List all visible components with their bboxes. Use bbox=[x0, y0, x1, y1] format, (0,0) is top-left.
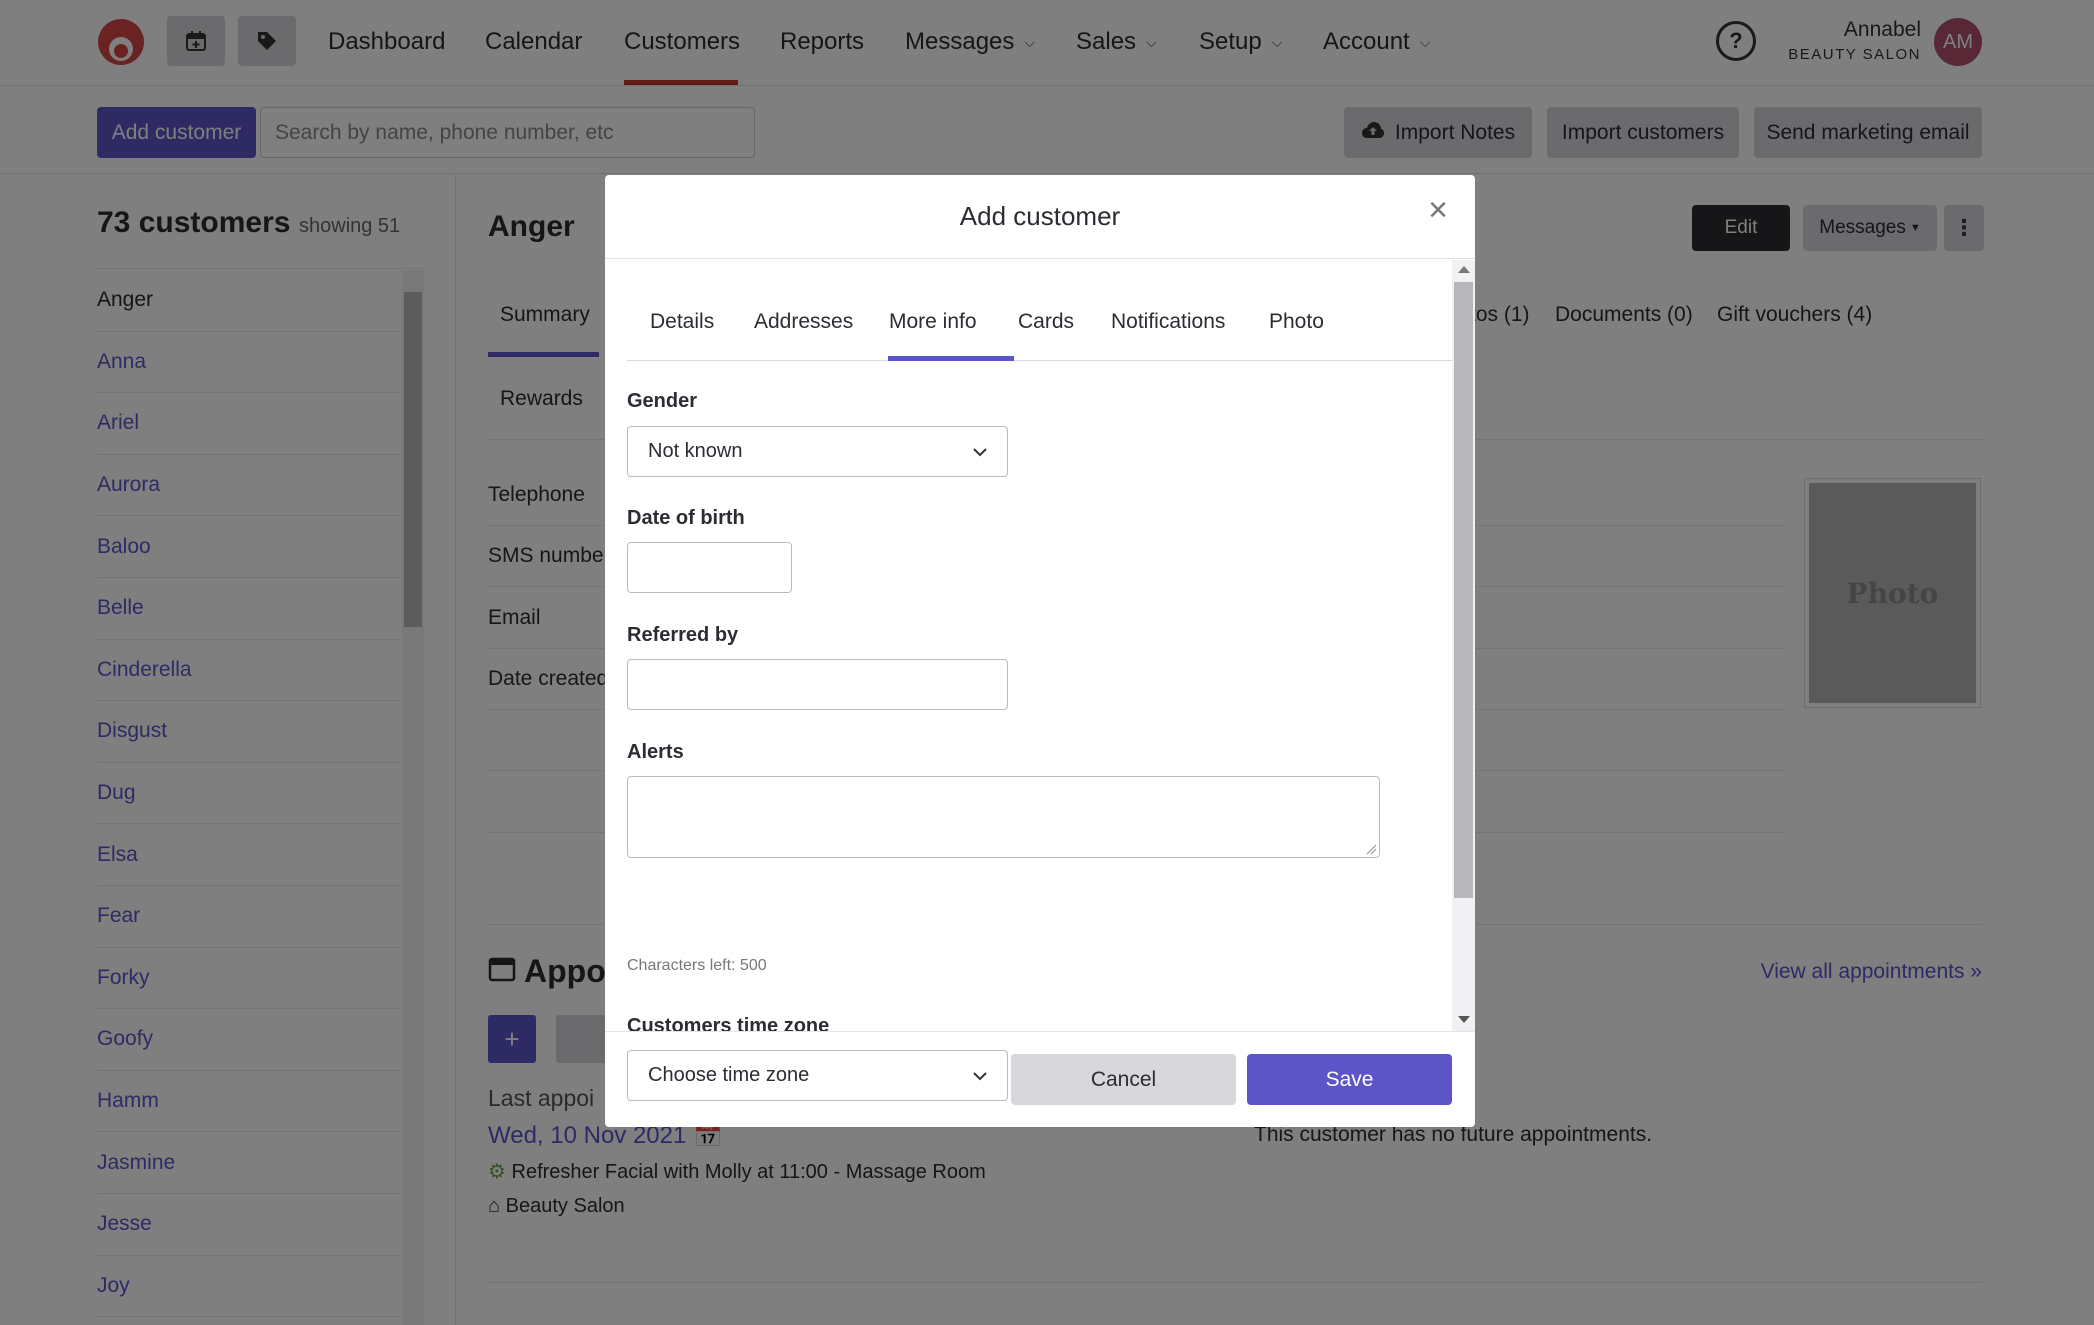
save-button[interactable]: Save bbox=[1247, 1054, 1452, 1105]
tab-photo[interactable]: Photo bbox=[1269, 310, 1324, 334]
tab-active-underline bbox=[888, 356, 1014, 361]
tab-addresses[interactable]: Addresses bbox=[754, 310, 853, 334]
dob-input[interactable] bbox=[627, 542, 792, 593]
modal-scroll-thumb[interactable] bbox=[1454, 282, 1473, 898]
tab-cards[interactable]: Cards bbox=[1018, 310, 1074, 334]
modal-body: Details Addresses More info Cards Notifi… bbox=[605, 260, 1475, 1101]
referred-by-input[interactable] bbox=[627, 659, 1008, 710]
resize-handle-icon[interactable] bbox=[1365, 843, 1377, 855]
cancel-button[interactable]: Cancel bbox=[1011, 1054, 1236, 1105]
tab-details[interactable]: Details bbox=[650, 310, 714, 334]
modal-footer: Cancel Save bbox=[605, 1031, 1475, 1127]
alerts-textarea[interactable] bbox=[627, 776, 1380, 858]
characters-left: Characters left: 500 bbox=[627, 957, 767, 974]
referred-by-label: Referred by bbox=[627, 624, 739, 646]
scroll-up-icon[interactable] bbox=[1458, 266, 1470, 273]
gender-value: Not known bbox=[648, 440, 743, 462]
tab-more-info[interactable]: More info bbox=[889, 310, 977, 334]
gender-select[interactable]: Not known bbox=[627, 426, 1008, 477]
dob-label: Date of birth bbox=[627, 507, 745, 529]
close-icon[interactable]: × bbox=[1423, 193, 1453, 227]
tab-notifications[interactable]: Notifications bbox=[1111, 310, 1225, 334]
modal-title: Add customer bbox=[959, 201, 1121, 231]
scroll-down-icon[interactable] bbox=[1458, 1016, 1470, 1023]
alerts-label: Alerts bbox=[627, 741, 684, 763]
modal-tabs: Details Addresses More info Cards Notifi… bbox=[627, 260, 1452, 361]
chevron-down-icon bbox=[973, 440, 987, 463]
add-customer-modal: Add customer × Details Addresses More in… bbox=[605, 175, 1475, 1127]
gender-label: Gender bbox=[627, 390, 698, 412]
modal-header: Add customer × bbox=[605, 175, 1475, 259]
